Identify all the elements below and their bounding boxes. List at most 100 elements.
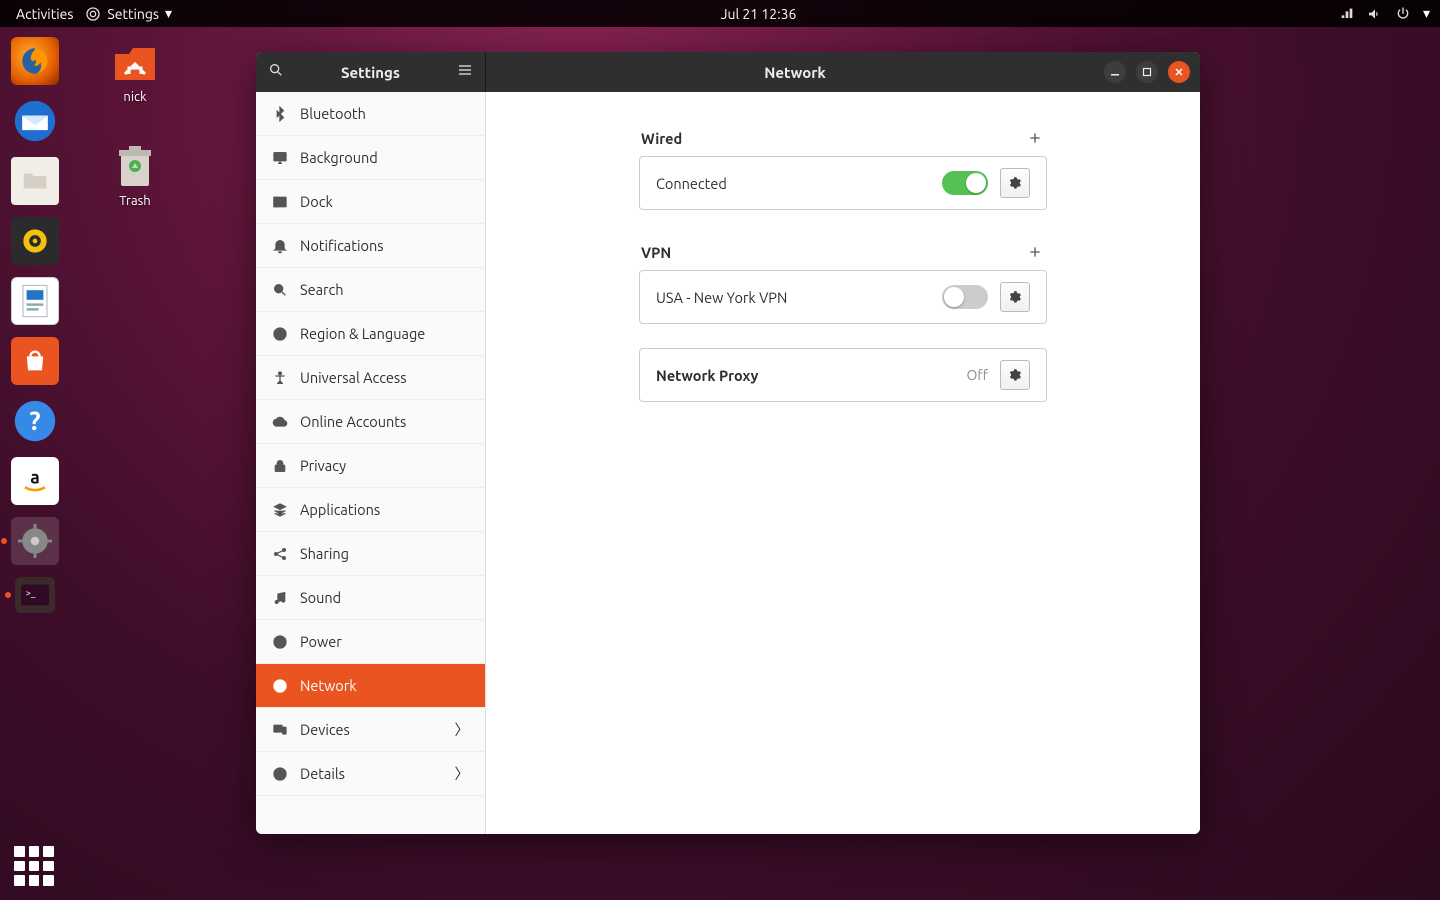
- vpn-section: VPN USA - New York VPN: [639, 234, 1047, 348]
- sidebar-item-privacy[interactable]: Privacy: [256, 444, 485, 488]
- sidebar-item-label: Devices: [300, 721, 350, 738]
- minimize-icon: [1110, 67, 1120, 77]
- sidebar-item-network[interactable]: Network: [256, 664, 485, 708]
- titlebar[interactable]: Settings Network: [256, 52, 1200, 92]
- gear-icon: [18, 524, 52, 558]
- show-applications-button[interactable]: [14, 846, 54, 886]
- sidebar-item-label: Region & Language: [300, 325, 425, 342]
- proxy-row[interactable]: Network Proxy Off: [640, 349, 1046, 401]
- desktop-home-folder[interactable]: nick: [95, 38, 175, 104]
- sidebar-item-label: Network: [300, 677, 357, 694]
- gear-icon: [1008, 368, 1022, 382]
- sidebar-item-universal-access[interactable]: Universal Access: [256, 356, 485, 400]
- svg-text:a: a: [30, 469, 40, 488]
- chevron-right-icon: 〉: [455, 719, 470, 740]
- sidebar-item-label: Online Accounts: [300, 413, 406, 430]
- vpn-connection-row[interactable]: USA - New York VPN: [640, 271, 1046, 323]
- top-panel: Activities Settings ▾ Jul 21 12:36 ▾: [0, 0, 1440, 27]
- wired-section: Wired Connected: [639, 120, 1047, 234]
- add-wired-button[interactable]: [1025, 128, 1045, 148]
- apps-icon: [272, 502, 288, 518]
- wired-toggle[interactable]: [942, 171, 988, 195]
- clock[interactable]: Jul 21 12:36: [715, 6, 803, 22]
- network-status-icon: [1339, 6, 1355, 22]
- dock-writer[interactable]: [11, 277, 59, 325]
- activities-button[interactable]: Activities: [10, 6, 79, 22]
- terminal-icon: >_: [21, 584, 49, 606]
- dock-terminal[interactable]: >_: [15, 577, 55, 613]
- close-button[interactable]: [1168, 61, 1190, 83]
- plus-icon: [1027, 244, 1043, 260]
- maximize-icon: [1142, 67, 1152, 77]
- sidebar-item-background[interactable]: Background: [256, 136, 485, 180]
- app-menu[interactable]: Settings ▾: [79, 5, 178, 22]
- wired-settings-button[interactable]: [1000, 168, 1030, 198]
- vpn-entry-label: USA - New York VPN: [656, 289, 930, 306]
- add-vpn-button[interactable]: [1025, 242, 1045, 262]
- minimize-button[interactable]: [1104, 61, 1126, 83]
- dock-amazon[interactable]: a: [11, 457, 59, 505]
- search-button[interactable]: [256, 62, 296, 82]
- svg-text:>_: >_: [26, 587, 36, 598]
- wired-status-label: Connected: [656, 175, 930, 192]
- sidebar-item-region[interactable]: Region & Language: [256, 312, 485, 356]
- firefox-icon: [18, 44, 52, 78]
- cloud-icon: [272, 414, 288, 430]
- dock-settings[interactable]: [11, 517, 59, 565]
- sidebar-item-label: Dock: [300, 193, 333, 210]
- sidebar-item-bluetooth[interactable]: Bluetooth: [256, 92, 485, 136]
- sidebar-item-sound[interactable]: Sound: [256, 576, 485, 620]
- sidebar-item-online-accounts[interactable]: Online Accounts: [256, 400, 485, 444]
- chevron-right-icon: 〉: [455, 763, 470, 784]
- dock-software[interactable]: [11, 337, 59, 385]
- hamburger-button[interactable]: [445, 62, 485, 82]
- proxy-heading: Network Proxy: [656, 367, 954, 384]
- sidebar-item-label: Privacy: [300, 457, 346, 474]
- home-folder-icon: [111, 38, 159, 86]
- proxy-settings-button[interactable]: [1000, 360, 1030, 390]
- svg-text:?: ?: [29, 406, 40, 435]
- sidebar-item-label: Details: [300, 765, 345, 782]
- desktop-trash[interactable]: Trash: [95, 142, 175, 208]
- dock-files[interactable]: [11, 157, 59, 205]
- sidebar-item-notifications[interactable]: Notifications: [256, 224, 485, 268]
- search-icon: [268, 62, 284, 78]
- sidebar-item-dock[interactable]: Dock: [256, 180, 485, 224]
- desktop-icon: [272, 150, 288, 166]
- vpn-toggle[interactable]: [942, 285, 988, 309]
- chevron-down-icon: ▾: [165, 5, 172, 22]
- sidebar-item-devices[interactable]: Devices 〉: [256, 708, 485, 752]
- dock-firefox[interactable]: [11, 37, 59, 85]
- close-icon: [1174, 67, 1184, 77]
- plus-icon: [1027, 130, 1043, 146]
- trash-icon: [111, 142, 159, 190]
- dock-help[interactable]: ?: [11, 397, 59, 445]
- sidebar-title: Settings: [296, 64, 445, 81]
- sidebar-item-power[interactable]: Power: [256, 620, 485, 664]
- amazon-icon: a: [20, 466, 50, 496]
- gear-icon: [1008, 290, 1022, 304]
- accessibility-icon: [272, 370, 288, 386]
- bluetooth-icon: [272, 106, 288, 122]
- sidebar-item-label: Universal Access: [300, 369, 407, 386]
- dock-icon: [272, 194, 288, 210]
- dock-thunderbird[interactable]: [11, 97, 59, 145]
- lock-icon: [272, 458, 288, 474]
- sidebar-item-search[interactable]: Search: [256, 268, 485, 312]
- maximize-button[interactable]: [1136, 61, 1158, 83]
- sidebar-item-details[interactable]: Details 〉: [256, 752, 485, 796]
- search-icon: [272, 282, 288, 298]
- vpn-settings-button[interactable]: [1000, 282, 1030, 312]
- wired-connection-row[interactable]: Connected: [640, 157, 1046, 209]
- globe-icon: [272, 326, 288, 342]
- dock: ? a >_: [0, 27, 70, 900]
- status-area[interactable]: ▾: [1339, 5, 1430, 22]
- dock-rhythmbox[interactable]: [11, 217, 59, 265]
- sidebar-item-label: Power: [300, 633, 342, 650]
- sidebar-item-applications[interactable]: Applications: [256, 488, 485, 532]
- sidebar-item-sharing[interactable]: Sharing: [256, 532, 485, 576]
- settings-indicator-icon: [85, 6, 101, 22]
- clock-label: Jul 21 12:36: [721, 6, 797, 22]
- settings-sidebar: Bluetooth Background Dock Notifications …: [256, 92, 486, 834]
- volume-icon: [1367, 6, 1383, 22]
